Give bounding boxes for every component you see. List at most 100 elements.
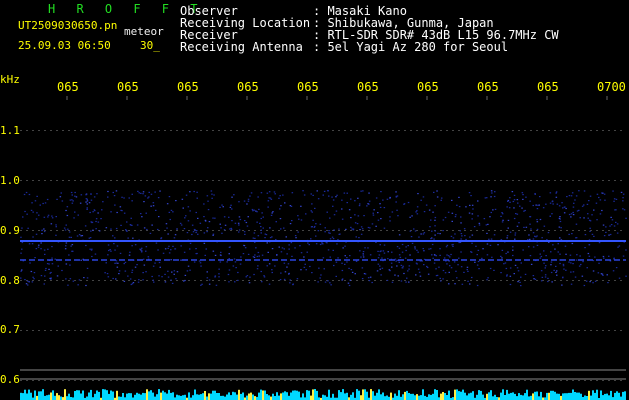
noise-speck	[157, 249, 159, 251]
noise-speck	[298, 218, 300, 220]
grid-dot	[380, 380, 382, 381]
noise-speck	[71, 244, 74, 246]
noise-speck	[85, 244, 87, 247]
noise-speck	[605, 231, 607, 233]
noise-speck	[368, 200, 371, 202]
noise-speck	[542, 207, 545, 209]
baseline-bar	[272, 393, 274, 400]
grid-dot	[194, 330, 196, 331]
noise-speck	[382, 250, 385, 252]
noise-speck	[584, 234, 587, 236]
noise-speck	[414, 246, 416, 248]
noise-speck	[48, 268, 50, 270]
noise-speck	[142, 193, 144, 195]
noise-speck	[257, 235, 260, 237]
noise-speck	[43, 228, 45, 230]
noise-speck	[303, 256, 305, 258]
grid-dot	[170, 380, 172, 381]
noise-speck	[83, 277, 85, 279]
noise-speck	[332, 249, 334, 251]
baseline-bar	[82, 390, 84, 400]
noise-speck	[182, 207, 184, 209]
noise-speck	[522, 198, 524, 200]
baseline-bar	[428, 394, 430, 400]
noise-speck	[512, 254, 514, 257]
noise-speck	[434, 219, 436, 221]
grid-dot	[50, 380, 52, 381]
noise-speck	[41, 229, 43, 231]
noise-speck	[490, 211, 492, 214]
grid-dot	[20, 230, 22, 231]
grid-dot	[308, 130, 310, 131]
baseline-bar	[342, 389, 344, 400]
grid-dot	[356, 230, 358, 231]
grid-dot	[170, 330, 172, 331]
baseline-bar	[404, 391, 406, 400]
noise-speck	[369, 254, 372, 256]
noise-speck	[574, 276, 577, 278]
noise-speck	[24, 279, 26, 281]
noise-speck	[512, 246, 514, 248]
grid-dot	[560, 180, 562, 181]
grid-dot	[302, 380, 304, 381]
grid-dot	[272, 180, 274, 181]
noise-speck	[43, 216, 46, 218]
grid-dot	[428, 180, 430, 181]
noise-speck	[189, 191, 191, 193]
noise-speck	[249, 195, 251, 197]
grid-dot	[488, 280, 490, 281]
grid-dot	[260, 280, 262, 281]
baseline-bar	[150, 390, 152, 400]
grid-dot	[566, 380, 568, 381]
baseline-bar	[22, 393, 24, 400]
grid-dot	[314, 280, 316, 281]
noise-speck	[539, 196, 541, 198]
grid-dot	[56, 130, 58, 131]
baseline-bar	[608, 395, 610, 400]
grid-dot	[602, 180, 604, 181]
noise-speck	[159, 190, 161, 192]
grid-dot	[608, 380, 610, 381]
noise-speck	[150, 205, 152, 207]
noise-speck	[268, 191, 271, 193]
noise-speck	[482, 248, 484, 250]
noise-speck	[405, 249, 407, 252]
noise-speck	[142, 279, 144, 281]
noise-speck	[470, 195, 472, 197]
noise-speck	[443, 257, 446, 259]
grid-dot	[104, 130, 106, 131]
grid-dot	[86, 380, 88, 381]
noise-speck	[55, 224, 57, 226]
grid-dot	[566, 230, 568, 231]
noise-speck	[26, 213, 28, 215]
noise-speck	[324, 281, 327, 283]
grid-dot	[548, 180, 550, 181]
noise-speck	[476, 264, 479, 266]
noise-speck	[128, 197, 130, 199]
noise-speck	[361, 278, 364, 280]
noise-speck	[66, 214, 69, 217]
noise-speck	[47, 248, 49, 250]
noise-speck	[559, 262, 561, 265]
noise-speck	[532, 232, 535, 234]
baseline-bar	[592, 390, 594, 400]
grid-dot	[404, 380, 406, 381]
noise-speck	[476, 254, 478, 256]
noise-speck	[89, 237, 92, 239]
grid-dot	[236, 230, 238, 231]
noise-speck	[124, 270, 127, 272]
noise-speck	[507, 219, 510, 221]
noise-speck	[530, 228, 532, 230]
noise-speck	[45, 267, 47, 270]
noise-speck	[65, 209, 67, 212]
noise-speck	[110, 228, 112, 230]
noise-speck	[319, 277, 321, 279]
noise-speck	[532, 246, 535, 248]
baseline-bar	[50, 392, 52, 400]
noise-speck	[375, 197, 378, 199]
noise-speck	[529, 238, 531, 240]
noise-speck	[283, 248, 285, 250]
grid-dot	[590, 380, 592, 381]
noise-speck	[410, 236, 413, 238]
noise-speck	[380, 218, 382, 220]
